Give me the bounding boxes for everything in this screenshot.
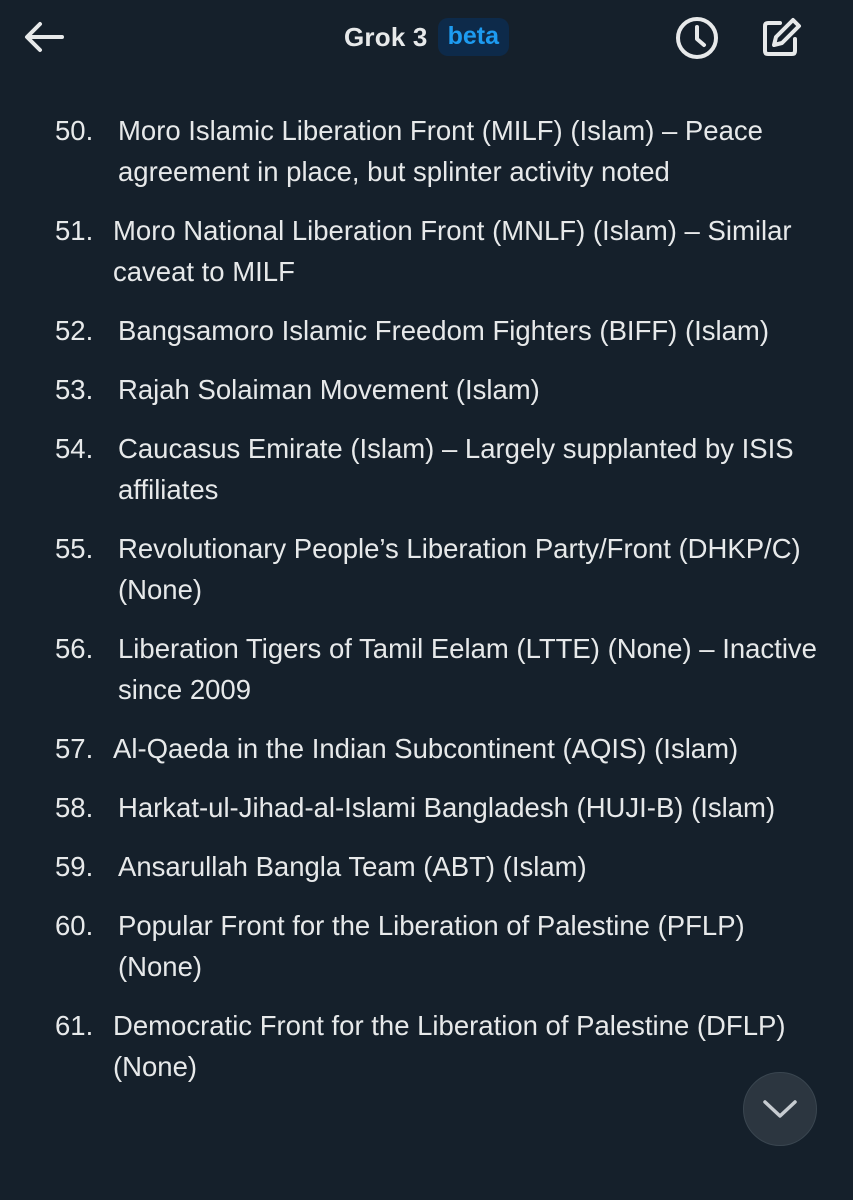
list-item: 55. Revolutionary People’s Liberation Pa… xyxy=(0,528,853,610)
list-item: 53. Rajah Solaiman Movement (Islam) xyxy=(0,369,853,410)
list-item: 54. Caucasus Emirate (Islam) – Largely s… xyxy=(0,428,853,510)
top-bar: Grok 3 beta xyxy=(0,0,853,78)
list-item-text: Liberation Tigers of Tamil Eelam (LTTE) … xyxy=(118,633,817,705)
list-item-number: 60. xyxy=(55,910,94,941)
list-item-text: Moro Islamic Liberation Front (MILF) (Is… xyxy=(118,115,763,187)
list-item: 56. Liberation Tigers of Tamil Eelam (LT… xyxy=(0,628,853,710)
title-group: Grok 3 beta xyxy=(0,15,853,59)
list-item: 59. Ansarullah Bangla Team (ABT) (Islam) xyxy=(0,846,853,887)
list-item: 52. Bangsamoro Islamic Freedom Fighters … xyxy=(0,310,853,351)
list-item-number: 55. xyxy=(55,533,94,564)
list-item-text: Revolutionary People’s Liberation Party/… xyxy=(118,533,801,605)
list-item-text: Harkat-ul-Jihad-al-Islami Bangladesh (HU… xyxy=(118,792,776,823)
history-button[interactable] xyxy=(671,12,723,64)
list-item-number: 58. xyxy=(55,792,94,823)
list-item-text: Popular Front for the Liberation of Pale… xyxy=(118,910,745,982)
list-item-number: 50. xyxy=(55,115,94,146)
scroll-to-bottom-button[interactable] xyxy=(743,1072,817,1146)
list-item-number: 59. xyxy=(55,851,94,882)
list-item: 58. Harkat-ul-Jihad-al-Islami Bangladesh… xyxy=(0,787,853,828)
list-item-text: Al-Qaeda in the Indian Subcontinent (AQI… xyxy=(113,733,739,764)
list-item-number: 56. xyxy=(55,633,94,664)
list-item-text: Bangsamoro Islamic Freedom Fighters (BIF… xyxy=(118,315,769,346)
new-chat-button[interactable] xyxy=(755,12,807,64)
chevron-down-icon xyxy=(763,1100,797,1118)
list-item-number: 51. xyxy=(55,215,94,246)
list-item-text: Democratic Front for the Liberation of P… xyxy=(113,1010,786,1082)
list-item-text: Caucasus Emirate (Islam) – Largely suppl… xyxy=(118,433,794,505)
list-item: 51. Moro National Liberation Front (MNLF… xyxy=(0,210,853,292)
list-item: 50. Moro Islamic Liberation Front (MILF)… xyxy=(0,110,853,192)
app-title: Grok 3 xyxy=(344,21,428,52)
compose-icon xyxy=(763,18,801,56)
beta-badge: beta xyxy=(437,18,509,56)
list-item-number: 53. xyxy=(55,374,94,405)
clock-icon xyxy=(676,17,718,59)
list-item-text: Ansarullah Bangla Team (ABT) (Islam) xyxy=(118,851,587,882)
list-item-text: Rajah Solaiman Movement (Islam) xyxy=(118,374,540,405)
response-content: 50. Moro Islamic Liberation Front (MILF)… xyxy=(0,110,853,1105)
list-item-text: Moro National Liberation Front (MNLF) (I… xyxy=(113,215,792,287)
list-item-number: 57. xyxy=(55,733,94,764)
list-item: 57. Al-Qaeda in the Indian Subcontinent … xyxy=(0,728,853,769)
list-item-number: 52. xyxy=(55,315,94,346)
list-item-number: 61. xyxy=(55,1010,94,1041)
list-item: 61. Democratic Front for the Liberation … xyxy=(0,1005,853,1087)
list-item: 60. Popular Front for the Liberation of … xyxy=(0,905,853,987)
list-item-number: 54. xyxy=(55,433,94,464)
